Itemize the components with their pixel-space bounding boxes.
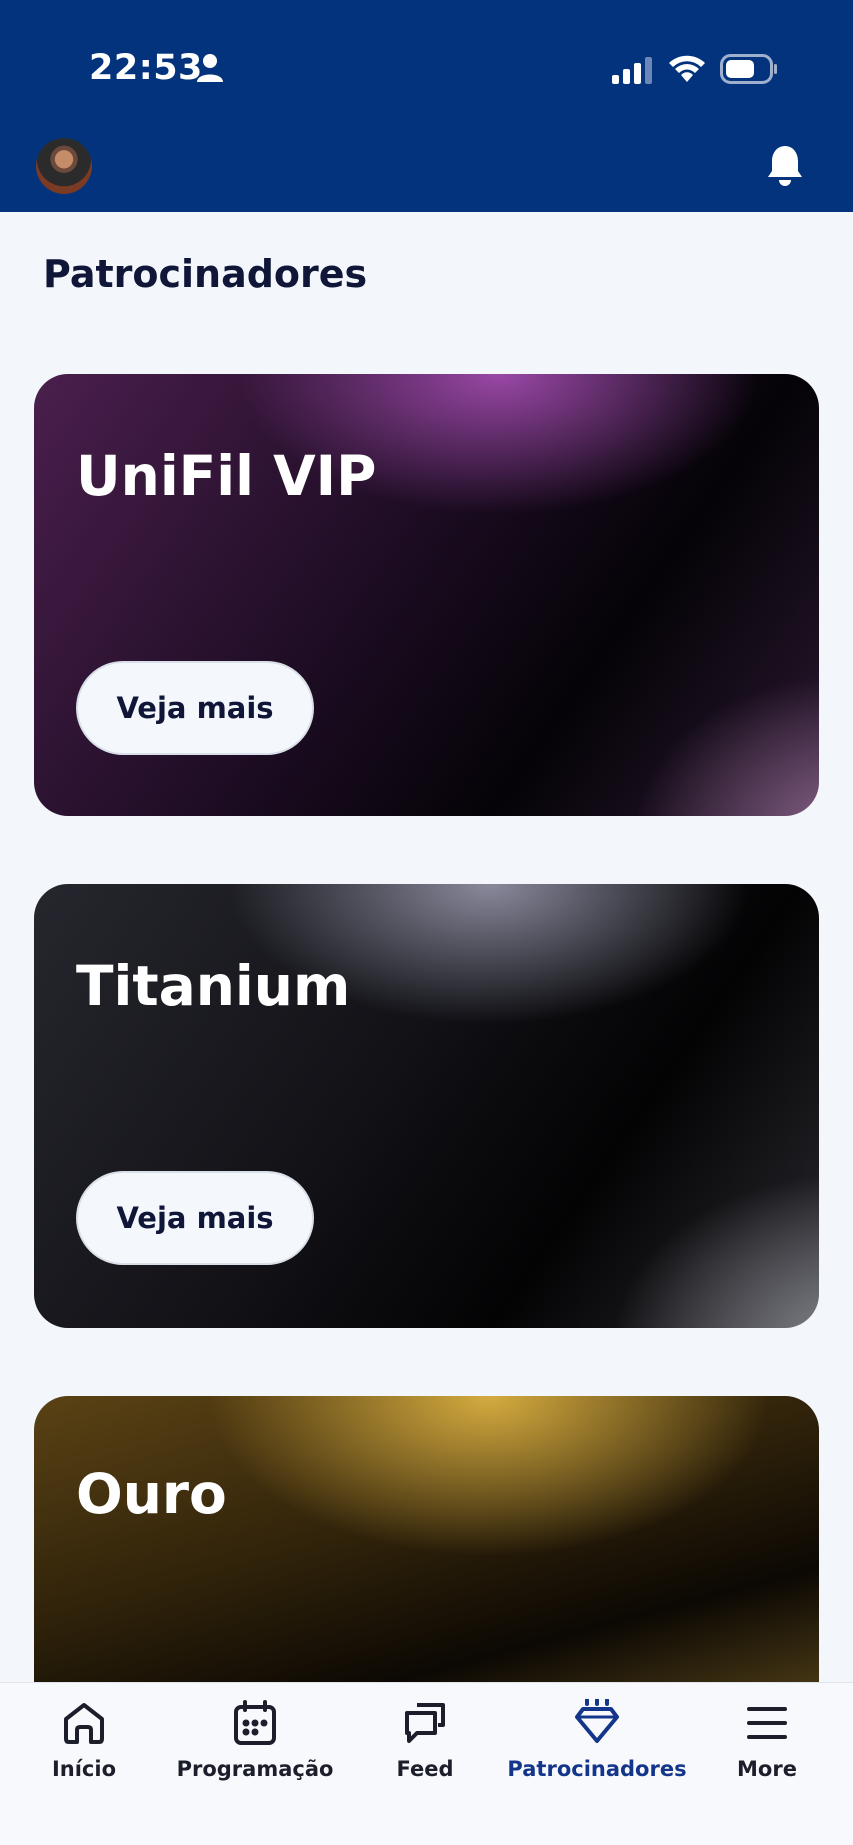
tab-label: Programação: [176, 1757, 334, 1781]
tab-label: Patrocinadores: [507, 1757, 687, 1781]
home-icon: [64, 1703, 104, 1744]
sponsor-card-unifil-vip[interactable]: UniFil VIP Veja mais: [34, 374, 819, 816]
chat-bubbles-icon: [405, 1703, 445, 1743]
battery-icon: [720, 54, 777, 84]
profile-avatar[interactable]: [36, 138, 92, 194]
tab-label: Feed: [396, 1757, 454, 1781]
tab-inicio[interactable]: Início: [34, 1683, 134, 1803]
diamond-icon: [575, 1699, 619, 1743]
bottom-tab-bar: Início Programação Feed Patrocinadores M…: [0, 1682, 853, 1845]
bell-icon[interactable]: [766, 144, 804, 188]
menu-icon: [747, 1707, 787, 1739]
sponsor-card-title: UniFil VIP: [76, 444, 377, 508]
wifi-icon: [669, 55, 705, 82]
tab-label: More: [737, 1757, 797, 1781]
tab-label: Início: [51, 1757, 117, 1781]
page-title: Patrocinadores: [43, 252, 368, 296]
status-time: 22:53: [89, 48, 203, 88]
tab-programacao[interactable]: Programação: [175, 1683, 335, 1803]
tab-patrocinadores[interactable]: Patrocinadores: [502, 1683, 692, 1803]
sponsor-card-title: Ouro: [76, 1462, 227, 1526]
tab-feed[interactable]: Feed: [375, 1683, 475, 1803]
top-bar: 22:53: [0, 0, 853, 212]
see-more-button[interactable]: Veja mais: [76, 1171, 314, 1265]
cellular-signal-icon: [612, 57, 652, 84]
see-more-button[interactable]: Veja mais: [76, 661, 314, 755]
person-icon: [197, 54, 223, 82]
sponsor-card-title: Titanium: [76, 954, 351, 1018]
calendar-icon: [234, 1700, 276, 1745]
tab-more[interactable]: More: [717, 1683, 817, 1803]
sponsor-card-ouro[interactable]: Ouro: [34, 1396, 819, 1696]
sponsor-card-titanium[interactable]: Titanium Veja mais: [34, 884, 819, 1328]
